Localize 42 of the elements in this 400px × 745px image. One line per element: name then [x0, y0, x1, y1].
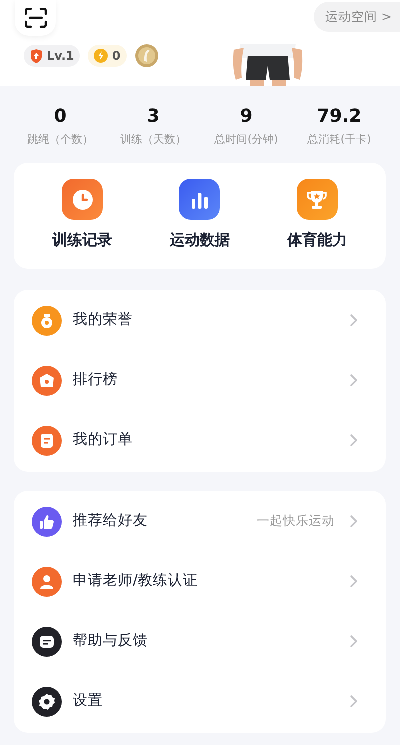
person-icon — [32, 566, 62, 596]
stat-label: 跳绳（个数） — [28, 132, 94, 148]
menu-item[interactable]: 我的订单 — [14, 410, 386, 470]
points-badge: 0 — [88, 45, 127, 67]
menu-item[interactable]: 推荐给好友 一起快乐运动 — [14, 492, 386, 552]
thumbs-up-icon — [32, 506, 62, 536]
stat-value: 79.2 — [317, 106, 362, 128]
chevron-right-icon — [350, 314, 358, 327]
stat-value: 0 — [54, 106, 67, 128]
chevron-right-icon — [350, 374, 358, 387]
stat-label: 总时间(分钟) — [214, 132, 278, 148]
stat-label: 总消耗(千卡) — [308, 132, 372, 148]
trophy-icon — [296, 179, 338, 220]
bar-chart-icon — [179, 179, 220, 220]
menu-item[interactable]: 设置 — [14, 672, 386, 732]
menu-hint: 一起快乐运动 — [257, 512, 335, 530]
menu-item[interactable]: 我的荣誉 — [14, 290, 386, 350]
menu-item[interactable]: 帮助与反馈 — [14, 612, 386, 672]
stat-label: 训练（天数） — [120, 132, 186, 148]
chevron-right-icon — [350, 575, 358, 588]
menu-item[interactable]: 申请老师/教练认证 — [14, 552, 386, 612]
chevron-right-icon — [350, 515, 358, 528]
chevron-right-icon — [350, 635, 358, 648]
clock-icon — [62, 179, 104, 220]
scan-button[interactable] — [15, 0, 56, 36]
shortcut-button[interactable]: 体育能力 — [258, 179, 376, 252]
settings-icon — [32, 686, 62, 716]
document-icon — [32, 426, 62, 456]
medal-icon — [134, 44, 159, 68]
stat-value: 3 — [147, 106, 160, 128]
shortcut-button[interactable]: 训练记录 — [24, 179, 142, 252]
chevron-right-icon — [350, 695, 358, 708]
message-icon — [32, 626, 62, 656]
stat-value: 9 — [240, 106, 253, 128]
level-badge: Lv.1 — [24, 45, 80, 67]
medal-icon — [32, 306, 62, 336]
lightning-icon — [94, 49, 108, 63]
menu-item[interactable]: 排行榜 — [14, 350, 386, 410]
chevron-right-icon — [350, 434, 358, 447]
shield-icon — [30, 48, 43, 64]
scan-icon — [24, 8, 46, 28]
shortcut-button[interactable]: 运动数据 — [141, 179, 259, 252]
